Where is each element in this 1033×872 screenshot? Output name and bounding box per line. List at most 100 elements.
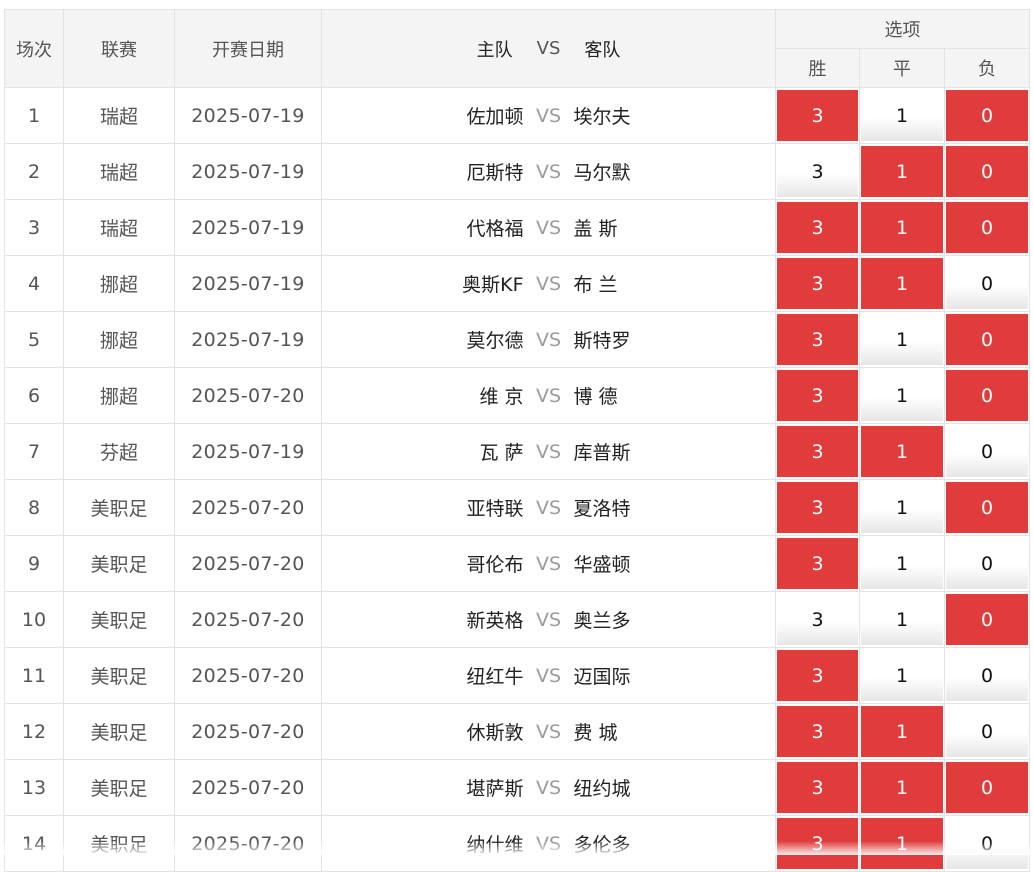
match-date: 2025-07-20 xyxy=(175,816,322,872)
option-win-button[interactable]: 3 xyxy=(777,650,858,701)
option-draw-button[interactable]: 1 xyxy=(861,650,943,701)
option-win-cell: 3 xyxy=(776,256,860,312)
league-name: 美职足 xyxy=(64,536,175,592)
vs-label: VS xyxy=(524,665,574,687)
option-lose-button[interactable]: 0 xyxy=(946,594,1028,645)
option-lose-button[interactable]: 0 xyxy=(946,146,1028,197)
match-cell: 亚特联VS夏洛特 xyxy=(322,480,776,536)
option-lose-cell: 0 xyxy=(945,648,1030,704)
league-name: 美职足 xyxy=(64,480,175,536)
option-lose-button[interactable]: 0 xyxy=(946,258,1028,309)
away-team: 迈国际 xyxy=(574,662,774,689)
table-body: 1瑞超2025-07-19佐加顿VS埃尔夫3102瑞超2025-07-19厄斯特… xyxy=(5,88,1030,872)
away-team: 埃尔夫 xyxy=(574,102,774,129)
option-lose-button[interactable]: 0 xyxy=(946,90,1028,141)
table-row: 10美职足2025-07-20新英格VS奥兰多310 xyxy=(5,592,1030,648)
match-number: 9 xyxy=(5,536,64,592)
match-date: 2025-07-19 xyxy=(175,88,322,144)
match-teams: 莫尔德VS斯特罗 xyxy=(322,312,775,367)
option-draw-button[interactable]: 1 xyxy=(861,426,943,477)
option-lose-button[interactable]: 0 xyxy=(946,426,1028,477)
header-match-number: 场次 xyxy=(5,10,64,88)
match-teams: 亚特联VS夏洛特 xyxy=(322,480,775,535)
option-draw-button[interactable]: 1 xyxy=(861,258,943,309)
option-win-button[interactable]: 3 xyxy=(777,706,858,757)
option-draw-button[interactable]: 1 xyxy=(861,482,943,533)
league-name: 芬超 xyxy=(64,424,175,480)
option-win-button[interactable]: 3 xyxy=(777,762,858,813)
option-win-button[interactable]: 3 xyxy=(777,818,858,869)
vs-label: VS xyxy=(524,105,574,127)
vs-label: VS xyxy=(524,609,574,631)
match-date: 2025-07-20 xyxy=(175,368,322,424)
option-draw-button[interactable]: 1 xyxy=(861,202,943,253)
home-team: 纽红牛 xyxy=(324,662,524,689)
match-teams: 纽红牛VS迈国际 xyxy=(322,648,775,703)
match-number: 2 xyxy=(5,144,64,200)
option-lose-button[interactable]: 0 xyxy=(946,818,1028,869)
option-win-button[interactable]: 3 xyxy=(777,314,858,365)
option-draw-button[interactable]: 1 xyxy=(861,818,943,869)
match-number: 12 xyxy=(5,704,64,760)
header-option-draw: 平 xyxy=(860,49,945,88)
option-lose-button[interactable]: 0 xyxy=(946,482,1028,533)
option-win-button[interactable]: 3 xyxy=(777,90,858,141)
match-date: 2025-07-20 xyxy=(175,592,322,648)
option-lose-cell: 0 xyxy=(945,816,1030,872)
match-number: 1 xyxy=(5,88,64,144)
option-win-button[interactable]: 3 xyxy=(777,146,858,197)
option-win-button[interactable]: 3 xyxy=(777,594,858,645)
option-lose-button[interactable]: 0 xyxy=(946,706,1028,757)
home-team: 堪萨斯 xyxy=(324,774,524,801)
league-name: 美职足 xyxy=(64,648,175,704)
option-lose-button[interactable]: 0 xyxy=(946,762,1028,813)
option-draw-button[interactable]: 1 xyxy=(861,762,943,813)
option-draw-button[interactable]: 1 xyxy=(861,314,943,365)
option-lose-button[interactable]: 0 xyxy=(946,202,1028,253)
option-draw-button[interactable]: 1 xyxy=(861,370,943,421)
home-team: 瓦 萨 xyxy=(324,438,524,465)
option-win-button[interactable]: 3 xyxy=(777,482,858,533)
table-row: 3瑞超2025-07-19代格福VS盖 斯310 xyxy=(5,200,1030,256)
option-lose-button[interactable]: 0 xyxy=(946,538,1028,589)
option-draw-cell: 1 xyxy=(860,368,945,424)
option-win-button[interactable]: 3 xyxy=(777,258,858,309)
option-lose-cell: 0 xyxy=(945,704,1030,760)
option-win-button[interactable]: 3 xyxy=(777,202,858,253)
match-cell: 纽红牛VS迈国际 xyxy=(322,648,776,704)
option-lose-cell: 0 xyxy=(945,592,1030,648)
option-win-button[interactable]: 3 xyxy=(777,370,858,421)
option-lose-button[interactable]: 0 xyxy=(946,650,1028,701)
vs-label: VS xyxy=(524,329,574,351)
table-header: 场次 联赛 开赛日期 主队 VS 客队 选项 胜 平 负 xyxy=(5,10,1030,88)
table-row: 14美职足2025-07-20纳什维VS多伦多310 xyxy=(5,816,1030,872)
option-draw-button[interactable]: 1 xyxy=(861,146,943,197)
table-row: 6挪超2025-07-20维 京VS博 德310 xyxy=(5,368,1030,424)
table-row: 8美职足2025-07-20亚特联VS夏洛特310 xyxy=(5,480,1030,536)
home-team: 代格福 xyxy=(324,214,524,241)
option-draw-cell: 1 xyxy=(860,312,945,368)
match-date: 2025-07-19 xyxy=(175,256,322,312)
match-cell: 维 京VS博 德 xyxy=(322,368,776,424)
option-lose-cell: 0 xyxy=(945,88,1030,144)
match-number: 13 xyxy=(5,760,64,816)
option-draw-cell: 1 xyxy=(860,648,945,704)
option-draw-button[interactable]: 1 xyxy=(861,538,943,589)
match-cell: 代格福VS盖 斯 xyxy=(322,200,776,256)
home-team: 亚特联 xyxy=(324,494,524,521)
option-lose-button[interactable]: 0 xyxy=(946,314,1028,365)
option-win-button[interactable]: 3 xyxy=(777,538,858,589)
option-lose-cell: 0 xyxy=(945,312,1030,368)
away-team: 博 德 xyxy=(574,382,774,409)
option-draw-button[interactable]: 1 xyxy=(861,706,943,757)
option-win-button[interactable]: 3 xyxy=(777,426,858,477)
option-draw-button[interactable]: 1 xyxy=(861,90,943,141)
option-lose-cell: 0 xyxy=(945,424,1030,480)
league-name: 瑞超 xyxy=(64,200,175,256)
option-draw-button[interactable]: 1 xyxy=(861,594,943,645)
league-name: 美职足 xyxy=(64,592,175,648)
header-match: 主队 VS 客队 xyxy=(322,10,776,88)
league-name: 美职足 xyxy=(64,816,175,872)
option-lose-button[interactable]: 0 xyxy=(946,370,1028,421)
away-team: 华盛顿 xyxy=(574,550,774,577)
